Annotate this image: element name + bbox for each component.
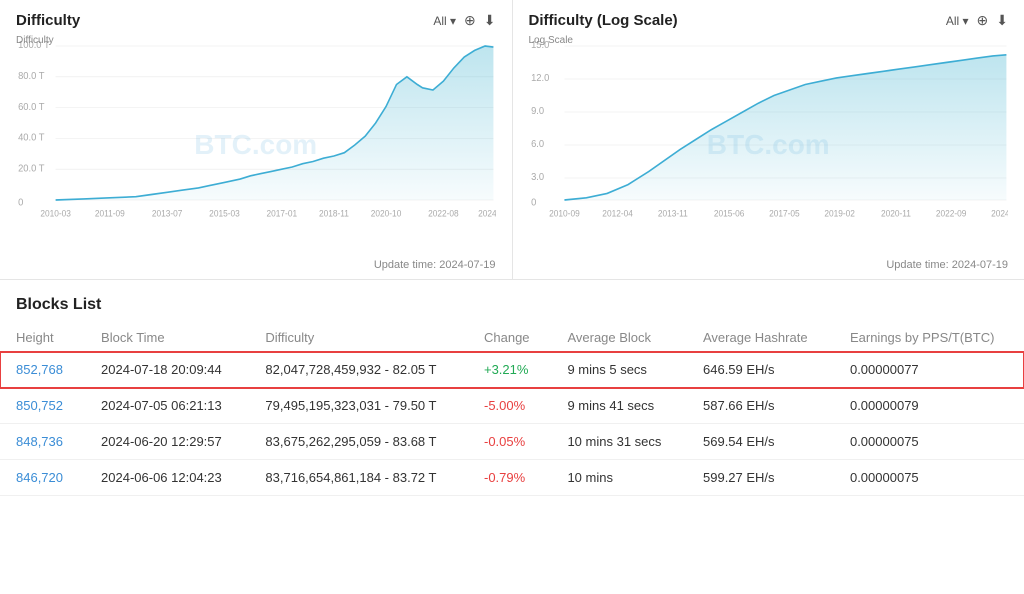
right-y-label: Log Scale [529,35,573,46]
right-chart-controls: All ▾ ⊕ ⬇ [946,12,1008,29]
svg-text:2017-05: 2017-05 [769,208,800,218]
row-block-time-0: 2024-07-18 20:09:44 [85,352,249,388]
row-avg-block-1: 9 mins 41 secs [551,388,687,424]
row-block-time-1: 2024-07-05 06:21:13 [85,388,249,424]
table-row: 850,752 2024-07-05 06:21:13 79,495,195,3… [0,388,1024,424]
row-height-0[interactable]: 852,768 [0,352,85,388]
svg-text:20.0 T: 20.0 T [18,163,44,174]
svg-text:2022-08: 2022-08 [428,208,459,218]
svg-text:2015-06: 2015-06 [713,208,744,218]
svg-text:2012-04: 2012-04 [602,208,633,218]
row-block-time-2: 2024-06-20 12:29:57 [85,424,249,460]
left-chart-controls: All ▾ ⊕ ⬇ [433,12,495,29]
row-avg-hashrate-3: 599.27 EH/s [687,460,834,496]
left-chart-area: Difficulty BTC.com 100.0 T 80.0 T 60.0 T… [16,35,496,255]
svg-text:2024-07: 2024-07 [991,208,1008,218]
left-chart-svg: 100.0 T 80.0 T 60.0 T 40.0 T 20.0 T 0 [16,35,496,255]
table-row: 852,768 2024-07-18 20:09:44 82,047,728,4… [0,352,1024,388]
row-avg-block-2: 10 mins 31 secs [551,424,687,460]
right-update-time: Update time: 2024-07-19 [529,259,1009,271]
row-difficulty-2: 83,675,262,295,059 - 83.68 T [249,424,468,460]
svg-text:2011-09: 2011-09 [95,208,125,218]
col-change: Change [468,324,551,352]
log-scale-chart-panel: Difficulty (Log Scale) All ▾ ⊕ ⬇ Log Sca… [513,0,1024,279]
row-avg-hashrate-2: 569.54 EH/s [687,424,834,460]
right-chart-svg: 15.0 12.0 9.0 6.0 3.0 0 [529,35,1009,255]
left-update-time: Update time: 2024-07-19 [16,259,496,271]
svg-text:9.0: 9.0 [531,106,544,117]
svg-text:2019-02: 2019-02 [824,208,855,218]
row-avg-block-3: 10 mins [551,460,687,496]
blocks-list-title: Blocks List [0,296,1024,324]
row-change-2: -0.05% [468,424,551,460]
svg-text:60.0 T: 60.0 T [18,102,44,113]
right-chart-title: Difficulty (Log Scale) [529,12,678,29]
col-avg-block: Average Block [551,324,687,352]
zoom-in-icon-right[interactable]: ⊕ [977,12,989,29]
row-change-0: +3.21% [468,352,551,388]
chevron-down-icon-right: ▾ [963,14,969,28]
svg-text:2024-07: 2024-07 [478,208,495,218]
blocks-list-section: Blocks List Height Block Time Difficulty… [0,280,1024,496]
svg-text:0: 0 [531,197,536,208]
row-difficulty-3: 83,716,654,861,184 - 83.72 T [249,460,468,496]
right-chart-area: Log Scale BTC.com 15.0 12.0 9.0 6.0 3.0 … [529,35,1009,255]
row-avg-hashrate-1: 587.66 EH/s [687,388,834,424]
svg-text:2017-01: 2017-01 [267,208,298,218]
row-earnings-2: 0.00000075 [834,424,1024,460]
chevron-down-icon: ▾ [450,14,456,28]
svg-text:3.0: 3.0 [531,172,544,183]
row-change-3: -0.79% [468,460,551,496]
blocks-table: Height Block Time Difficulty Change Aver… [0,324,1024,496]
svg-text:2018-11: 2018-11 [319,208,349,218]
row-block-time-3: 2024-06-06 12:04:23 [85,460,249,496]
col-earnings: Earnings by PPS/T(BTC) [834,324,1024,352]
download-icon-right[interactable]: ⬇ [996,12,1008,29]
table-row: 848,736 2024-06-20 12:29:57 83,675,262,2… [0,424,1024,460]
row-height-3[interactable]: 846,720 [0,460,85,496]
col-difficulty: Difficulty [249,324,468,352]
col-height: Height [0,324,85,352]
zoom-in-icon[interactable]: ⊕ [464,12,476,29]
svg-text:2015-03: 2015-03 [209,208,240,218]
row-avg-hashrate-0: 646.59 EH/s [687,352,834,388]
row-earnings-1: 0.00000079 [834,388,1024,424]
row-change-1: -5.00% [468,388,551,424]
table-row: 846,720 2024-06-06 12:04:23 83,716,654,8… [0,460,1024,496]
left-y-label: Difficulty [16,35,54,46]
svg-text:40.0 T: 40.0 T [18,132,44,143]
col-avg-hashrate: Average Hashrate [687,324,834,352]
blocks-table-wrapper: Height Block Time Difficulty Change Aver… [0,324,1024,496]
right-range-button[interactable]: All ▾ [946,14,969,28]
row-difficulty-0: 82,047,728,459,932 - 82.05 T [249,352,468,388]
row-avg-block-0: 9 mins 5 secs [551,352,687,388]
row-earnings-3: 0.00000075 [834,460,1024,496]
left-range-button[interactable]: All ▾ [433,14,456,28]
svg-text:80.0 T: 80.0 T [18,71,44,82]
download-icon[interactable]: ⬇ [484,12,496,29]
row-earnings-0: 0.00000077 [834,352,1024,388]
row-difficulty-1: 79,495,195,323,031 - 79.50 T [249,388,468,424]
difficulty-chart-panel: Difficulty All ▾ ⊕ ⬇ Difficulty BTC.com … [0,0,513,279]
row-height-1[interactable]: 850,752 [0,388,85,424]
svg-text:2020-10: 2020-10 [371,208,402,218]
row-height-2[interactable]: 848,736 [0,424,85,460]
svg-text:12.0: 12.0 [531,73,549,84]
left-chart-title: Difficulty [16,12,80,29]
svg-text:2013-07: 2013-07 [152,208,183,218]
svg-text:2010-03: 2010-03 [40,208,71,218]
svg-text:2010-09: 2010-09 [549,208,580,218]
svg-text:2022-09: 2022-09 [935,208,966,218]
svg-text:0: 0 [18,197,23,208]
table-header-row: Height Block Time Difficulty Change Aver… [0,324,1024,352]
svg-text:2020-11: 2020-11 [880,208,910,218]
svg-text:2013-11: 2013-11 [657,208,687,218]
col-block-time: Block Time [85,324,249,352]
svg-text:6.0: 6.0 [531,139,544,150]
